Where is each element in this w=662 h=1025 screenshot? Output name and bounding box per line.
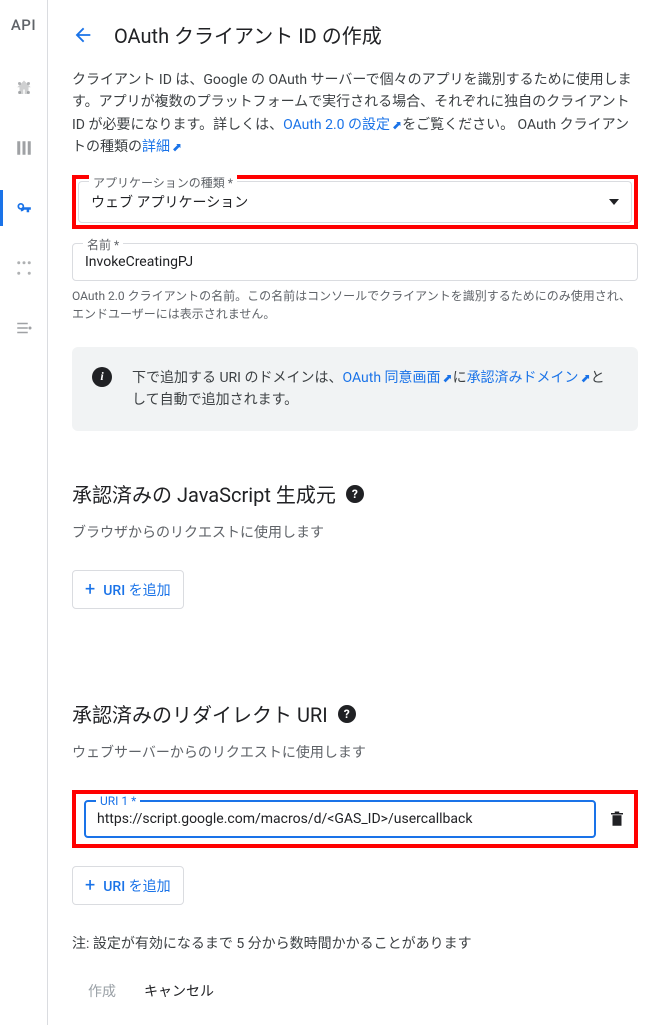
details-link[interactable]: 詳細⬈	[142, 139, 182, 155]
external-link-icon: ⬈	[172, 140, 182, 154]
cancel-button[interactable]: キャンセル	[144, 981, 214, 1001]
oauth-setup-link[interactable]: OAuth 2.0 の設定⬈	[283, 117, 402, 133]
add-js-uri-button[interactable]: + URI を追加	[72, 570, 184, 609]
sidebar-item-library[interactable]	[0, 130, 48, 166]
consent-icon	[15, 259, 33, 277]
name-input[interactable]	[85, 254, 625, 270]
key-icon	[15, 198, 35, 218]
external-link-icon: ⬈	[443, 371, 453, 385]
name-label: 名前 *	[83, 236, 123, 253]
create-button[interactable]: 作成	[88, 981, 116, 1001]
redirect-uri-highlight: URI 1 *	[72, 790, 638, 848]
info-box: i 下で追加する URI のドメインは、OAuth 同意画面⬈に承認済みドメイン…	[72, 347, 638, 432]
js-origins-desc: ブラウザからのリクエストに使用します	[72, 522, 638, 542]
plus-icon: +	[85, 579, 95, 600]
intro-text: クライアント ID は、Google の OAuth サーバーで個々のアプリを識…	[72, 69, 638, 159]
page-title: OAuth クライアント ID の作成	[114, 20, 382, 49]
redirect-uri-title: 承認済みのリダイレクト URI ?	[72, 699, 638, 728]
plus-icon: +	[85, 875, 95, 896]
main-content: OAuth クライアント ID の作成 クライアント ID は、Google の…	[48, 0, 662, 1025]
app-type-label: アプリケーションの種類 *	[89, 174, 237, 191]
oauth-consent-link[interactable]: OAuth 同意画面⬈	[342, 370, 452, 386]
api-logo: API	[11, 16, 36, 34]
back-button[interactable]	[72, 24, 94, 46]
name-field-wrapper[interactable]: 名前 *	[72, 243, 638, 281]
info-icon: i	[92, 367, 112, 387]
app-type-value: ウェブ アプリケーション	[91, 195, 248, 211]
add-redirect-uri-button[interactable]: + URI を追加	[72, 866, 184, 905]
note-text: 注: 設定が有効になるまで 5 分から数時間かかることがあります	[72, 933, 638, 953]
approved-domains-link[interactable]: 承認済みドメイン⬈	[467, 370, 591, 386]
info-text: 下で追加する URI のドメインは、OAuth 同意画面⬈に承認済みドメイン⬈と…	[132, 367, 618, 412]
redirect-uri-desc: ウェブサーバーからのリクエストに使用します	[72, 742, 638, 762]
help-icon[interactable]: ?	[338, 705, 356, 723]
name-helper: OAuth 2.0 クライアントの名前。この名前はコンソールでクライアントを識別…	[72, 287, 638, 323]
external-link-icon: ⬈	[581, 371, 591, 385]
library-icon	[15, 139, 33, 157]
sidebar-item-consent[interactable]	[0, 250, 48, 286]
uri-1-input[interactable]	[97, 811, 583, 827]
app-type-select[interactable]: アプリケーションの種類 * ウェブ アプリケーション	[78, 181, 632, 223]
sidebar-item-settings[interactable]	[0, 310, 48, 346]
app-type-highlight: アプリケーションの種類 * ウェブ アプリケーション	[72, 175, 638, 229]
js-origins-title: 承認済みの JavaScript 生成元 ?	[72, 479, 638, 508]
sidebar: API	[0, 0, 48, 1025]
sidebar-item-credentials[interactable]	[0, 190, 48, 226]
help-icon[interactable]: ?	[346, 485, 364, 503]
uri-1-field[interactable]: URI 1 *	[84, 800, 596, 838]
sidebar-item-dashboard[interactable]	[0, 70, 48, 106]
arrow-left-icon	[72, 24, 94, 46]
external-link-icon: ⬈	[392, 118, 402, 132]
uri-1-label: URI 1 *	[96, 794, 140, 808]
settings-icon	[15, 319, 33, 337]
trash-icon	[608, 809, 626, 829]
chevron-down-icon	[609, 199, 619, 205]
delete-uri-button[interactable]	[608, 809, 626, 829]
dashboard-icon	[15, 79, 33, 97]
